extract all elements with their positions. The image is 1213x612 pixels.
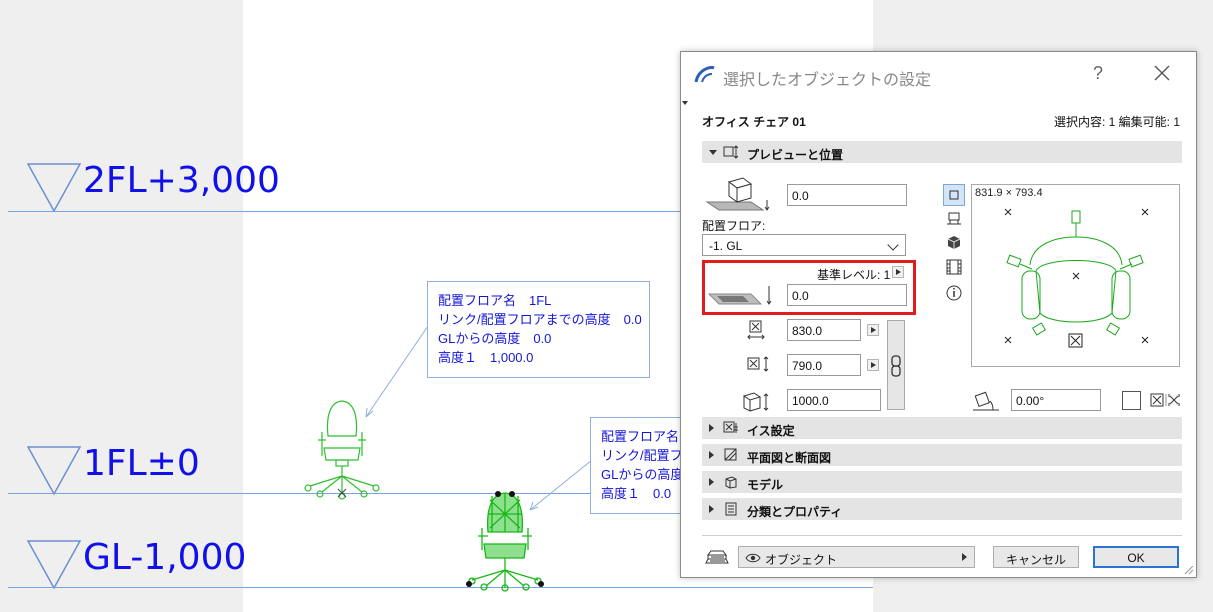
section-chair-settings[interactable]: イス設定 bbox=[702, 417, 1182, 439]
section-label: モデル bbox=[747, 478, 784, 492]
ok-button[interactable]: OK bbox=[1093, 546, 1179, 568]
section-label: プレビューと位置 bbox=[747, 148, 844, 162]
ref-offset-input[interactable]: 0.0 bbox=[787, 284, 907, 306]
floor-select[interactable]: -1. GL bbox=[702, 234, 906, 256]
chevron-down-icon bbox=[887, 239, 899, 251]
rotation-angle-icon bbox=[973, 391, 999, 411]
plan-section-icon bbox=[724, 448, 737, 461]
eye-icon bbox=[745, 553, 761, 563]
expand-arrow-icon bbox=[709, 505, 714, 513]
height-icon bbox=[742, 392, 769, 412]
office-chair-1fl[interactable] bbox=[300, 396, 384, 500]
object-name: オフィス チェア 01 bbox=[702, 115, 806, 129]
callout-link-height: リンク/配置フ bbox=[601, 448, 683, 463]
preview-section-icon bbox=[723, 145, 739, 159]
angle-input[interactable]: 0.00° bbox=[1011, 389, 1101, 411]
film-icon bbox=[946, 259, 962, 275]
chair-settings-icon bbox=[723, 421, 738, 433]
callout-height1: 高度１ 1,000.0 bbox=[438, 350, 534, 365]
layer-select[interactable]: オブジェクト bbox=[738, 546, 975, 568]
top-offset-icon bbox=[705, 177, 770, 211]
elevation-icon bbox=[947, 212, 961, 225]
layer-name: オブジェクト bbox=[765, 553, 838, 567]
object-settings-dialog: 選択したオブジェクトの設定 ? オフィス チェア 01 選択内容: 1 編集可能… bbox=[680, 51, 1197, 578]
close-icon[interactable] bbox=[1149, 60, 1175, 86]
cube-icon bbox=[947, 236, 961, 249]
document-icon bbox=[725, 502, 737, 516]
callout-floor-name: 配置フロア名 bbox=[601, 429, 680, 444]
archicad-logo-icon bbox=[694, 66, 715, 83]
model-icon bbox=[725, 476, 737, 489]
section-plan-and-section[interactable]: 平面図と断面図 bbox=[702, 444, 1182, 466]
chair-1fl-callout[interactable]: 配置フロア名 1FL リンク/配置フロアまでの高度 0.0 GLからの高度 0.… bbox=[427, 281, 650, 378]
anchor-options-icon[interactable] bbox=[1150, 392, 1184, 408]
expand-arrow-icon bbox=[709, 451, 714, 459]
elevation-view-button[interactable] bbox=[943, 208, 965, 230]
office-chair-gl-selected[interactable] bbox=[462, 488, 548, 592]
mirror-toggle[interactable] bbox=[1122, 391, 1141, 410]
chair-gl-callout[interactable]: 配置フロア名 リンク/配置フ GLからの高度 高度１ 0.0 bbox=[590, 417, 690, 514]
top-offset-input[interactable]: 0.0 bbox=[787, 184, 907, 206]
layer-icon bbox=[705, 550, 729, 564]
dialog-title: 選択したオブジェクトの設定 bbox=[723, 72, 932, 89]
help-button[interactable]: ? bbox=[1086, 63, 1110, 84]
ref-level-button[interactable] bbox=[892, 266, 904, 278]
callout-gl-height: GLからの高度 0.0 bbox=[438, 331, 552, 346]
resize-grip-icon[interactable] bbox=[1184, 565, 1194, 575]
ref-offset-icon bbox=[707, 286, 772, 305]
section-label: 平面図と断面図 bbox=[747, 451, 832, 465]
section-classification-properties[interactable]: 分類とプロパティ bbox=[702, 498, 1182, 520]
chair-plan-preview bbox=[1004, 208, 1149, 348]
depth-options-button[interactable] bbox=[867, 359, 879, 371]
section-label: 分類とプロパティ bbox=[747, 505, 843, 519]
depth-input[interactable]: 790.0 bbox=[787, 354, 861, 376]
section-view-button[interactable] bbox=[943, 256, 965, 278]
section-preview-position[interactable]: プレビューと位置 bbox=[702, 141, 1182, 163]
callout-gl-height: GLからの高度 bbox=[601, 467, 684, 482]
ref-level-label: 基準レベル: 1 bbox=[817, 268, 891, 282]
info-button[interactable] bbox=[943, 282, 965, 304]
height-input[interactable]: 1000.0 bbox=[787, 389, 881, 411]
pin-arrow-icon[interactable] bbox=[682, 101, 688, 105]
width-icon bbox=[747, 320, 765, 340]
callout-height1: 高度１ 0.0 bbox=[601, 486, 672, 501]
layer-menu-arrow-icon bbox=[962, 553, 967, 561]
square-icon bbox=[949, 190, 959, 200]
preview-window[interactable]: 831.9 × 793.4 bbox=[971, 184, 1180, 367]
width-options-button[interactable] bbox=[867, 324, 879, 336]
expand-arrow-icon bbox=[709, 478, 714, 486]
footer-divider bbox=[702, 535, 1182, 536]
3d-view-button[interactable] bbox=[943, 232, 965, 254]
cancel-button[interactable]: キャンセル bbox=[993, 546, 1079, 568]
dialog-titlebar[interactable]: 選択したオブジェクトの設定 ? bbox=[681, 52, 1196, 98]
callout-floor-name: 配置フロア名 1FL bbox=[438, 293, 552, 308]
selection-info: 選択内容: 1 編集可能: 1 bbox=[1053, 115, 1180, 129]
callout-link-height: リンク/配置フロアまでの高度 0.0 bbox=[438, 312, 642, 327]
chain-link-icon bbox=[891, 355, 901, 377]
width-input[interactable]: 830.0 bbox=[787, 319, 861, 341]
proportion-lock-button[interactable] bbox=[887, 320, 905, 410]
info-icon bbox=[946, 285, 962, 301]
floor-select-value: -1. GL bbox=[709, 239, 743, 253]
expand-arrow-icon bbox=[709, 424, 714, 432]
depth-icon bbox=[747, 356, 769, 372]
section-model[interactable]: モデル bbox=[702, 471, 1182, 493]
floor-label: 配置フロア: bbox=[702, 219, 766, 233]
section-label: イス設定 bbox=[747, 424, 795, 438]
plan-view-button[interactable] bbox=[943, 184, 965, 206]
collapse-arrow-icon bbox=[709, 150, 717, 155]
